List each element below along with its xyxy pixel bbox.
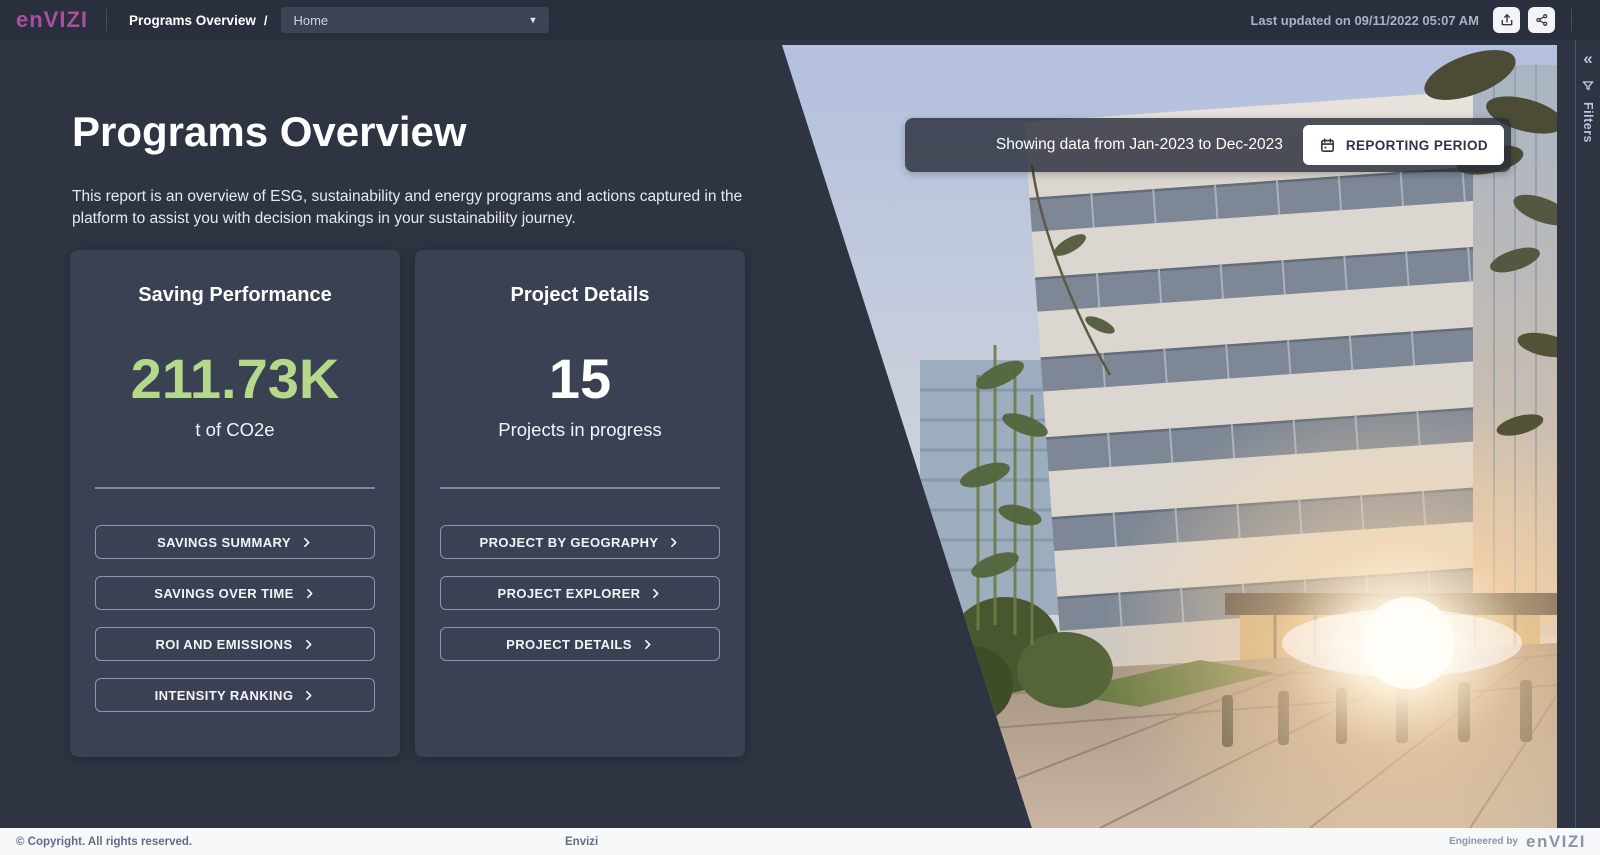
envizi-footer-logo: enVIZI <box>1526 832 1586 852</box>
savings-summary-button[interactable]: SAVINGS SUMMARY <box>95 525 375 559</box>
engineered-by-text: Engineered by <box>1449 836 1518 847</box>
button-label: SAVINGS SUMMARY <box>157 535 291 550</box>
share-button[interactable] <box>1528 7 1555 33</box>
report-nav-dropdown[interactable]: Home ▼ <box>281 7 549 33</box>
page-description: This report is an overview of ESG, susta… <box>72 186 752 230</box>
button-label: ROI AND EMISSIONS <box>155 637 292 652</box>
share-icon <box>1535 13 1549 27</box>
savings-metric-value: 211.73K <box>95 349 375 409</box>
reporting-period-button-label: REPORTING PERIOD <box>1346 138 1488 153</box>
top-bar: enVIZI Programs Overview / Home ▼ Last u… <box>0 0 1600 40</box>
breadcrumb: Programs Overview <box>129 13 256 28</box>
topbar-divider <box>106 9 107 31</box>
button-label: PROJECT EXPLORER <box>498 586 641 601</box>
summary-cards: Saving Performance 211.73K t of CO2e SAV… <box>70 250 745 757</box>
projects-metric-unit: Projects in progress <box>440 419 720 441</box>
button-label: INTENSITY RANKING <box>155 688 294 703</box>
chevron-right-icon <box>302 689 315 702</box>
chevron-right-icon <box>302 638 315 651</box>
breadcrumb-separator: / <box>264 13 268 28</box>
reporting-range-text: Showing data from Jan-2023 to Dec-2023 <box>996 136 1283 154</box>
report-canvas: Showing data from Jan-2023 to Dec-2023 R… <box>0 40 1600 828</box>
card-title: Saving Performance <box>95 284 375 307</box>
envizi-logo: enVIZI <box>16 7 88 33</box>
card-divider <box>95 487 375 489</box>
filters-panel-tab[interactable]: « Filters <box>1575 40 1600 828</box>
collapse-double-chevron-icon[interactable]: « <box>1583 50 1592 67</box>
chevron-right-icon <box>641 638 654 651</box>
chevron-down-icon: ▼ <box>529 15 538 25</box>
card-button-list: PROJECT BY GEOGRAPHY PROJECT EXPLORER PR… <box>440 525 720 661</box>
footer-envizi-text: Envizi <box>565 836 598 848</box>
report-nav-dropdown-value: Home <box>293 13 328 28</box>
button-label: PROJECT DETAILS <box>506 637 632 652</box>
footer: © Copyright. All rights reserved. Envizi… <box>0 828 1600 855</box>
card-title: Project Details <box>440 284 720 307</box>
savings-over-time-button[interactable]: SAVINGS OVER TIME <box>95 576 375 610</box>
reporting-period-button[interactable]: REPORTING PERIOD <box>1303 125 1504 165</box>
chevron-right-icon <box>667 536 680 549</box>
last-updated-text: Last updated on 09/11/2022 05:07 AM <box>1250 13 1479 28</box>
intensity-ranking-button[interactable]: INTENSITY RANKING <box>95 678 375 712</box>
topbar-actions: Last updated on 09/11/2022 05:07 AM <box>1250 7 1600 33</box>
topbar-divider <box>1571 9 1572 31</box>
calendar-icon <box>1319 137 1336 154</box>
saving-performance-card: Saving Performance 211.73K t of CO2e SAV… <box>70 250 400 757</box>
button-label: PROJECT BY GEOGRAPHY <box>480 535 659 550</box>
hero-photo: Showing data from Jan-2023 to Dec-2023 R… <box>770 45 1557 828</box>
roi-and-emissions-button[interactable]: ROI AND EMISSIONS <box>95 627 375 661</box>
button-label: SAVINGS OVER TIME <box>154 586 293 601</box>
reporting-period-bar: Showing data from Jan-2023 to Dec-2023 R… <box>905 118 1511 172</box>
chevron-right-icon <box>300 536 313 549</box>
projects-metric-value: 15 <box>440 349 720 409</box>
card-divider <box>440 487 720 489</box>
export-button[interactable] <box>1493 7 1520 33</box>
chevron-right-icon <box>649 587 662 600</box>
page-title: Programs Overview <box>72 108 467 156</box>
savings-metric-unit: t of CO2e <box>95 419 375 441</box>
project-by-geography-button[interactable]: PROJECT BY GEOGRAPHY <box>440 525 720 559</box>
chevron-right-icon <box>303 587 316 600</box>
project-explorer-button[interactable]: PROJECT EXPLORER <box>440 576 720 610</box>
filters-panel-label: Filters <box>1581 102 1595 143</box>
project-details-button[interactable]: PROJECT DETAILS <box>440 627 720 661</box>
export-icon <box>1500 13 1514 27</box>
card-button-list: SAVINGS SUMMARY SAVINGS OVER TIME ROI AN… <box>95 525 375 712</box>
filter-funnel-icon <box>1581 79 1595 93</box>
footer-engineered-by: Engineered by enVIZI <box>1449 832 1586 852</box>
copyright-text: © Copyright. All rights reserved. <box>16 836 192 848</box>
project-details-card: Project Details 15 Projects in progress … <box>415 250 745 757</box>
